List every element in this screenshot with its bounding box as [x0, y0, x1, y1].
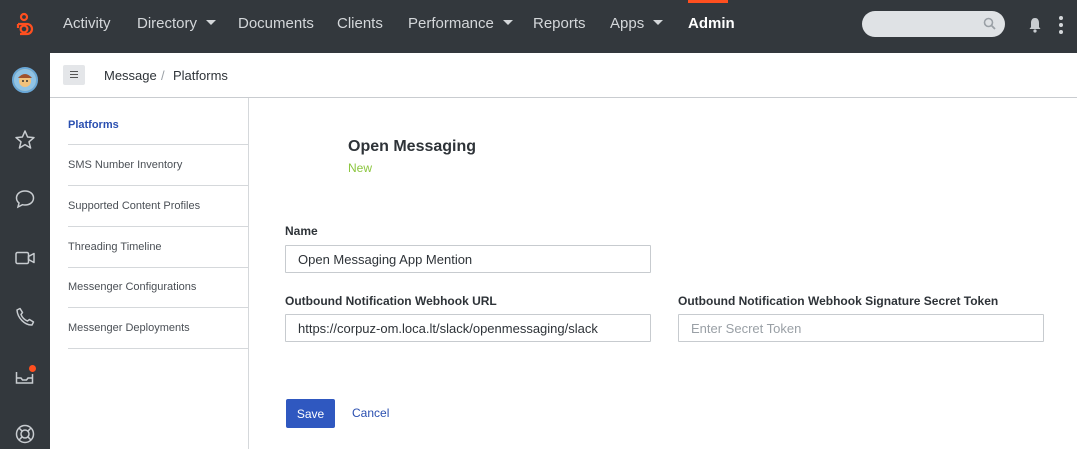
secret-token-label: Outbound Notification Webhook Signature …: [678, 294, 999, 308]
nav-apps-label: Apps: [610, 15, 645, 32]
name-field[interactable]: [285, 245, 651, 273]
phone-icon[interactable]: [13, 305, 37, 329]
nav-clients[interactable]: Clients: [337, 0, 383, 53]
subnav-item-supported-content-profiles[interactable]: Supported Content Profiles: [68, 186, 248, 227]
nav-admin[interactable]: Admin: [688, 0, 735, 53]
nav-reports-label: Reports: [533, 15, 586, 32]
chevron-down-icon: [502, 19, 513, 25]
top-navigation-bar: Activity Directory Documents Clients Per…: [0, 0, 1077, 53]
nav-directory-label: Directory: [137, 15, 198, 32]
breadcrumb-message[interactable]: Message: [104, 68, 157, 83]
webhook-url-label: Outbound Notification Webhook URL: [285, 294, 497, 308]
nav-directory[interactable]: Directory: [137, 0, 217, 53]
more-options-icon[interactable]: [1058, 15, 1064, 35]
chevron-down-icon: [206, 19, 217, 25]
menu-toggle-button[interactable]: [63, 65, 85, 85]
admin-subnav: Platforms SMS Number Inventory Supported…: [50, 98, 249, 449]
subnav-item-platforms[interactable]: Platforms: [68, 98, 248, 145]
notifications-bell-icon[interactable]: [1028, 16, 1042, 34]
avatar-face-icon: [14, 69, 36, 91]
name-label: Name: [285, 224, 318, 238]
nav-activity[interactable]: Activity: [63, 0, 111, 53]
subnav-item-label: SMS Number Inventory: [68, 159, 183, 171]
subnav-item-label: Supported Content Profiles: [68, 200, 201, 212]
search-icon[interactable]: [983, 17, 996, 30]
avatar[interactable]: [12, 67, 38, 93]
nav-clients-label: Clients: [337, 15, 383, 32]
nav-reports[interactable]: Reports: [533, 0, 586, 53]
secret-token-field[interactable]: [678, 314, 1044, 342]
chat-icon[interactable]: [13, 187, 37, 211]
nav-performance[interactable]: Performance: [408, 0, 513, 53]
chevron-down-icon: [653, 19, 664, 25]
subnav-item-label: Messenger Deployments: [68, 322, 190, 334]
active-tab-indicator: [688, 0, 728, 3]
status-badge: New: [348, 161, 373, 175]
subnav-item-sms-number-inventory[interactable]: SMS Number Inventory: [68, 145, 248, 186]
nav-documents[interactable]: Documents: [238, 0, 314, 53]
help-icon[interactable]: [13, 422, 37, 446]
star-icon[interactable]: [13, 128, 37, 152]
nav-documents-label: Documents: [238, 15, 314, 32]
subnav-item-messenger-configurations[interactable]: Messenger Configurations: [68, 268, 248, 308]
breadcrumb-separator: /: [161, 68, 165, 83]
webhook-url-field[interactable]: [285, 314, 651, 342]
nav-activity-label: Activity: [63, 15, 111, 32]
hamburger-icon-line: [70, 74, 78, 75]
breadcrumb-bar: Message / Platforms: [50, 53, 1077, 98]
subnav-item-messenger-deployments[interactable]: Messenger Deployments: [68, 308, 248, 349]
inbox-icon[interactable]: [13, 364, 37, 388]
genesys-logo-icon[interactable]: [12, 12, 36, 40]
subnav-item-label: Threading Timeline: [68, 241, 162, 253]
subnav-item-label: Platforms: [68, 119, 119, 131]
page-title: Open Messaging: [348, 138, 477, 155]
hamburger-icon-line: [70, 77, 78, 78]
subnav-item-label: Messenger Configurations: [68, 281, 197, 293]
search-input[interactable]: [862, 11, 1005, 37]
nav-apps[interactable]: Apps: [610, 0, 664, 53]
cancel-button[interactable]: Cancel: [352, 406, 389, 420]
nav-admin-label: Admin: [688, 15, 735, 32]
subnav-item-threading-timeline[interactable]: Threading Timeline: [68, 227, 248, 268]
video-icon[interactable]: [13, 246, 37, 270]
hamburger-icon: [70, 71, 78, 72]
platform-form: Open Messaging New Name Outbound Notific…: [250, 98, 1077, 449]
breadcrumb-platforms: Platforms: [173, 68, 228, 83]
left-rail: [0, 53, 50, 449]
nav-performance-label: Performance: [408, 15, 494, 32]
save-button[interactable]: Save: [286, 399, 335, 428]
